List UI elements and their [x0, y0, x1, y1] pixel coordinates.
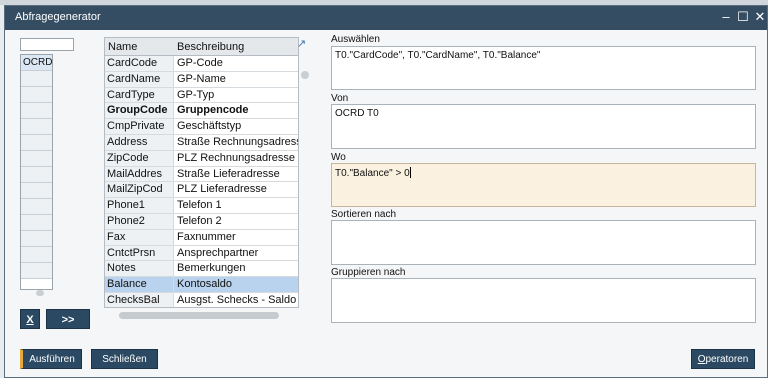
table-list-item[interactable]: [21, 199, 52, 215]
where-value: T0."Balance" > 0: [335, 168, 410, 179]
from-field[interactable]: OCRD T0: [331, 104, 756, 149]
order-field[interactable]: [331, 220, 756, 265]
field-grid-header: Name Beschreibung: [105, 38, 298, 56]
table-row[interactable]: MailZipCod PLZ Lieferadresse: [105, 182, 298, 199]
field-description: GP-Name: [177, 72, 226, 85]
table-filter-input[interactable]: [20, 38, 74, 51]
field-name: CmpPrivate: [105, 119, 174, 134]
field-name: Phone2: [105, 213, 174, 229]
execute-button[interactable]: Ausführen: [20, 349, 82, 369]
field-name: CardType: [105, 87, 174, 103]
table-row[interactable]: CntctPrsn Ansprechpartner: [105, 245, 298, 262]
table-row[interactable]: Fax Faxnummer: [105, 229, 298, 246]
field-description: PLZ Rechnungsadresse: [177, 151, 296, 164]
query-generator-window: Abfragegenerator – ☐ ✕ OCRD X >> Name Be…: [4, 5, 768, 378]
field-description: Straße Rechnungsadresse: [177, 135, 299, 148]
maximize-icon[interactable]: ☐: [736, 9, 750, 25]
minimize-icon[interactable]: –: [719, 9, 733, 25]
field-description: Telefon 2: [177, 214, 222, 227]
table-list-item[interactable]: [21, 167, 52, 183]
table-row[interactable]: GroupCode Gruppencode: [105, 103, 298, 120]
field-name: GroupCode: [105, 103, 174, 119]
operators-button[interactable]: Operatoren: [691, 349, 755, 369]
field-description: PLZ Lieferadresse: [177, 183, 267, 196]
close-icon[interactable]: ✕: [753, 9, 767, 25]
field-name: Notes: [105, 261, 174, 277]
window-title: Abfragegenerator: [15, 11, 101, 23]
where-field[interactable]: T0."Balance" > 0: [331, 163, 756, 207]
table-list[interactable]: OCRD: [20, 54, 53, 290]
group-field[interactable]: [331, 278, 756, 323]
table-row[interactable]: Address Straße Rechnungsadresse: [105, 134, 299, 151]
table-row[interactable]: MailAddres Straße Lieferadresse: [105, 166, 298, 183]
table-list-item[interactable]: [21, 215, 52, 231]
field-description: Ausgst. Schecks - Saldo in: [177, 293, 299, 306]
field-description: Bemerkungen: [177, 262, 246, 275]
field-name: CardName: [105, 71, 174, 87]
table-row[interactable]: Phone2 Telefon 2: [105, 213, 298, 230]
field-description: GP-Typ: [177, 88, 215, 101]
table-list-item[interactable]: [21, 87, 52, 103]
field-description: Telefon 1: [177, 199, 222, 212]
header-description: Beschreibung: [177, 41, 245, 53]
field-description: GP-Code: [177, 57, 223, 69]
field-name: MailAddres: [105, 166, 174, 182]
add-field-button[interactable]: >>: [46, 309, 90, 329]
field-name: MailZipCod: [105, 182, 174, 198]
table-list-item[interactable]: [21, 231, 52, 247]
field-description: Faxnummer: [177, 230, 236, 243]
field-description: Geschäftstyp: [177, 120, 242, 133]
field-description: Kontosaldo: [177, 278, 233, 291]
from-label: Von: [331, 93, 349, 104]
close-button[interactable]: Schließen: [91, 349, 158, 369]
table-row[interactable]: Phone1 Telefon 1: [105, 198, 298, 214]
remove-table-button[interactable]: X: [20, 309, 40, 329]
table-list-item[interactable]: [21, 263, 52, 279]
grid-vscroll-icon[interactable]: [301, 71, 309, 79]
table-row[interactable]: Balance Kontosaldo: [105, 277, 298, 293]
field-name: Phone1: [105, 198, 174, 213]
field-grid-body: CardCode GP-Code CardName GP-Name CardType GP…: [105, 56, 299, 307]
table-row[interactable]: CmpPrivate Geschäftstyp: [105, 119, 298, 135]
expand-arrow-icon[interactable]: ↗: [297, 37, 306, 50]
table-list-item[interactable]: OCRD: [21, 55, 52, 71]
field-name: CntctPrsn: [105, 245, 174, 261]
field-name: Fax: [105, 229, 174, 245]
title-bar: Abfragegenerator – ☐ ✕: [5, 6, 767, 30]
header-name: Name: [108, 41, 138, 53]
table-list-scrollbar[interactable]: [36, 290, 44, 296]
table-row[interactable]: CardCode GP-Code: [105, 56, 298, 72]
table-row[interactable]: CardType GP-Typ: [105, 87, 298, 104]
table-row[interactable]: Notes Bemerkungen: [105, 261, 298, 278]
select-field[interactable]: T0."CardCode", T0."CardName", T0."Balanc…: [331, 46, 756, 90]
where-label: Wo: [331, 152, 346, 163]
table-list-item[interactable]: [21, 247, 52, 263]
grid-hscrollbar[interactable]: [119, 312, 279, 319]
table-list-item[interactable]: [21, 119, 52, 135]
field-name: ZipCode: [105, 150, 174, 166]
field-description: Gruppencode: [177, 104, 249, 117]
table-list-item[interactable]: [21, 71, 52, 87]
table-row[interactable]: ZipCode PLZ Rechnungsadresse: [105, 150, 298, 167]
field-name: CardCode: [105, 56, 174, 71]
field-name: ChecksBal: [105, 292, 174, 307]
field-name: Balance: [105, 277, 174, 292]
select-label: Auswählen: [331, 34, 380, 45]
text-caret: [409, 167, 411, 178]
field-grid[interactable]: Name Beschreibung CardCode GP-Code CardNam…: [104, 37, 299, 308]
table-list-item[interactable]: [21, 135, 52, 151]
table-list-item[interactable]: [21, 103, 52, 119]
table-row[interactable]: ChecksBal Ausgst. Schecks - Saldo in: [105, 292, 299, 307]
group-label: Gruppieren nach: [331, 267, 406, 278]
field-description: Straße Lieferadresse: [177, 167, 280, 180]
field-description: Ansprechpartner: [177, 246, 259, 259]
table-list-item[interactable]: [21, 151, 52, 167]
table-row[interactable]: CardName GP-Name: [105, 71, 298, 88]
table-list-item[interactable]: [21, 183, 52, 199]
operators-label: peratoren: [705, 354, 749, 365]
field-name: Address: [105, 134, 174, 150]
order-label: Sortieren nach: [331, 209, 397, 220]
